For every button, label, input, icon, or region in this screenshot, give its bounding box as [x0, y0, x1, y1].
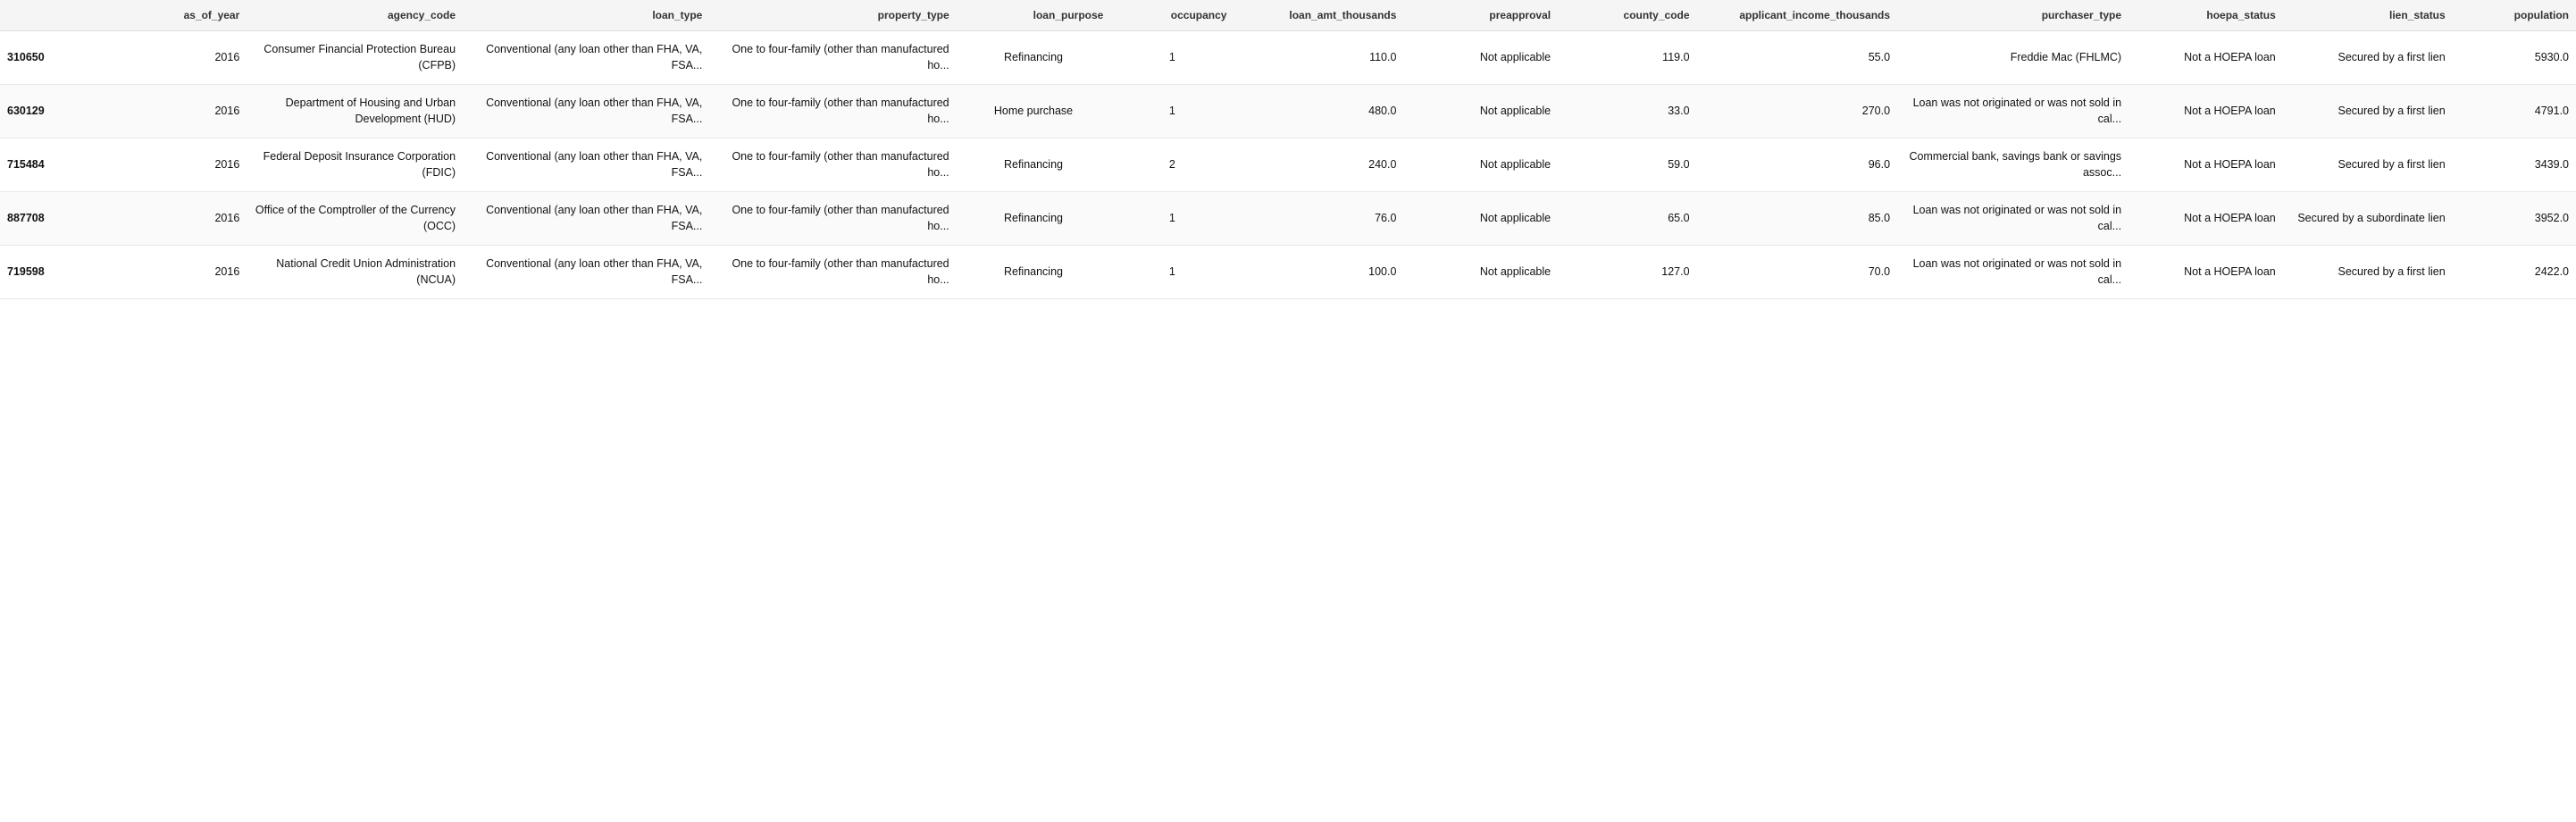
cell-lien: Secured by a first lien	[2283, 138, 2453, 192]
cell-hoepa: Not a HOEPA loan	[2129, 138, 2283, 192]
cell-loan-type: Conventional (any loan other than FHA, V…	[463, 85, 709, 138]
cell-id: 310650	[0, 31, 123, 85]
cell-preapproval: Not applicable	[1403, 246, 1558, 299]
cell-id: 887708	[0, 192, 123, 246]
cell-population: 4791.0	[2453, 85, 2576, 138]
cell-preapproval: Not applicable	[1403, 192, 1558, 246]
cell-lien: Secured by a first lien	[2283, 85, 2453, 138]
cell-occupancy: 1	[1110, 192, 1234, 246]
cell-purchaser: Loan was not originated or was not sold …	[1897, 85, 2129, 138]
cell-purchaser: Freddie Mac (FHLMC)	[1897, 31, 2129, 85]
cell-loan-purpose: Refinancing	[957, 246, 1111, 299]
cell-agency: Consumer Financial Protection Bureau (CF…	[247, 31, 463, 85]
cell-lien: Secured by a subordinate lien	[2283, 192, 2453, 246]
cell-population: 5930.0	[2453, 31, 2576, 85]
col-header-hoepa-status: hoepa_status	[2129, 0, 2283, 31]
cell-hoepa: Not a HOEPA loan	[2129, 31, 2283, 85]
cell-loan-type: Conventional (any loan other than FHA, V…	[463, 138, 709, 192]
table-row: 3106502016Consumer Financial Protection …	[0, 31, 2576, 85]
cell-id: 630129	[0, 85, 123, 138]
cell-hoepa: Not a HOEPA loan	[2129, 192, 2283, 246]
cell-occupancy: 1	[1110, 31, 1234, 85]
col-header-purchaser-type: purchaser_type	[1897, 0, 2129, 31]
cell-occupancy: 1	[1110, 85, 1234, 138]
cell-loan-type: Conventional (any loan other than FHA, V…	[463, 246, 709, 299]
cell-property-type: One to four-family (other than manufactu…	[709, 192, 956, 246]
cell-loan-amt: 480.0	[1234, 85, 1403, 138]
cell-income: 85.0	[1697, 192, 1898, 246]
cell-purchaser: Loan was not originated or was not sold …	[1897, 246, 2129, 299]
col-header-preapproval: preapproval	[1403, 0, 1558, 31]
cell-population: 3439.0	[2453, 138, 2576, 192]
cell-lien: Secured by a first lien	[2283, 246, 2453, 299]
cell-county: 33.0	[1558, 85, 1696, 138]
col-header-income: applicant_income_thousands	[1697, 0, 1898, 31]
col-header-loan-purpose: loan_purpose	[957, 0, 1111, 31]
table-row: 8877082016Office of the Comptroller of t…	[0, 192, 2576, 246]
col-header-population: population	[2453, 0, 2576, 31]
cell-agency: National Credit Union Administration (NC…	[247, 246, 463, 299]
cell-id: 715484	[0, 138, 123, 192]
cell-year: 2016	[123, 246, 247, 299]
cell-year: 2016	[123, 192, 247, 246]
cell-id: 719598	[0, 246, 123, 299]
col-header-lien-status: lien_status	[2283, 0, 2453, 31]
cell-loan-amt: 76.0	[1234, 192, 1403, 246]
cell-year: 2016	[123, 85, 247, 138]
table-row: 7154842016Federal Deposit Insurance Corp…	[0, 138, 2576, 192]
cell-income: 270.0	[1697, 85, 1898, 138]
col-header-occupancy: occupancy	[1110, 0, 1234, 31]
cell-agency: Federal Deposit Insurance Corporation (F…	[247, 138, 463, 192]
cell-loan-purpose: Refinancing	[957, 192, 1111, 246]
cell-property-type: One to four-family (other than manufactu…	[709, 246, 956, 299]
table-row: 6301292016Department of Housing and Urba…	[0, 85, 2576, 138]
cell-income: 55.0	[1697, 31, 1898, 85]
col-header-loan-type: loan_type	[463, 0, 709, 31]
cell-preapproval: Not applicable	[1403, 138, 1558, 192]
cell-income: 96.0	[1697, 138, 1898, 192]
cell-property-type: One to four-family (other than manufactu…	[709, 31, 956, 85]
cell-property-type: One to four-family (other than manufactu…	[709, 138, 956, 192]
cell-loan-type: Conventional (any loan other than FHA, V…	[463, 192, 709, 246]
table-row: 7195982016National Credit Union Administ…	[0, 246, 2576, 299]
cell-loan-purpose: Home purchase	[957, 85, 1111, 138]
col-header-agency-code: agency_code	[247, 0, 463, 31]
cell-preapproval: Not applicable	[1403, 31, 1558, 85]
cell-population: 3952.0	[2453, 192, 2576, 246]
cell-loan-amt: 110.0	[1234, 31, 1403, 85]
cell-loan-purpose: Refinancing	[957, 138, 1111, 192]
cell-preapproval: Not applicable	[1403, 85, 1558, 138]
cell-loan-purpose: Refinancing	[957, 31, 1111, 85]
cell-county: 65.0	[1558, 192, 1696, 246]
data-table: as_of_year agency_code loan_type propert…	[0, 0, 2576, 299]
cell-population: 2422.0	[2453, 246, 2576, 299]
main-table-container: as_of_year agency_code loan_type propert…	[0, 0, 2576, 299]
cell-occupancy: 1	[1110, 246, 1234, 299]
cell-hoepa: Not a HOEPA loan	[2129, 246, 2283, 299]
cell-county: 59.0	[1558, 138, 1696, 192]
col-header-loan-amt: loan_amt_thousands	[1234, 0, 1403, 31]
cell-loan-amt: 240.0	[1234, 138, 1403, 192]
col-header-as-of-year: as_of_year	[123, 0, 247, 31]
cell-year: 2016	[123, 31, 247, 85]
cell-agency: Office of the Comptroller of the Currenc…	[247, 192, 463, 246]
col-header-county-code: county_code	[1558, 0, 1696, 31]
cell-purchaser: Loan was not originated or was not sold …	[1897, 192, 2129, 246]
col-header-property-type: property_type	[709, 0, 956, 31]
col-header-id	[0, 0, 123, 31]
cell-occupancy: 2	[1110, 138, 1234, 192]
cell-year: 2016	[123, 138, 247, 192]
cell-income: 70.0	[1697, 246, 1898, 299]
cell-lien: Secured by a first lien	[2283, 31, 2453, 85]
cell-loan-amt: 100.0	[1234, 246, 1403, 299]
cell-county: 119.0	[1558, 31, 1696, 85]
cell-property-type: One to four-family (other than manufactu…	[709, 85, 956, 138]
table-header-row: as_of_year agency_code loan_type propert…	[0, 0, 2576, 31]
cell-agency: Department of Housing and Urban Developm…	[247, 85, 463, 138]
cell-purchaser: Commercial bank, savings bank or savings…	[1897, 138, 2129, 192]
cell-hoepa: Not a HOEPA loan	[2129, 85, 2283, 138]
cell-county: 127.0	[1558, 246, 1696, 299]
cell-loan-type: Conventional (any loan other than FHA, V…	[463, 31, 709, 85]
